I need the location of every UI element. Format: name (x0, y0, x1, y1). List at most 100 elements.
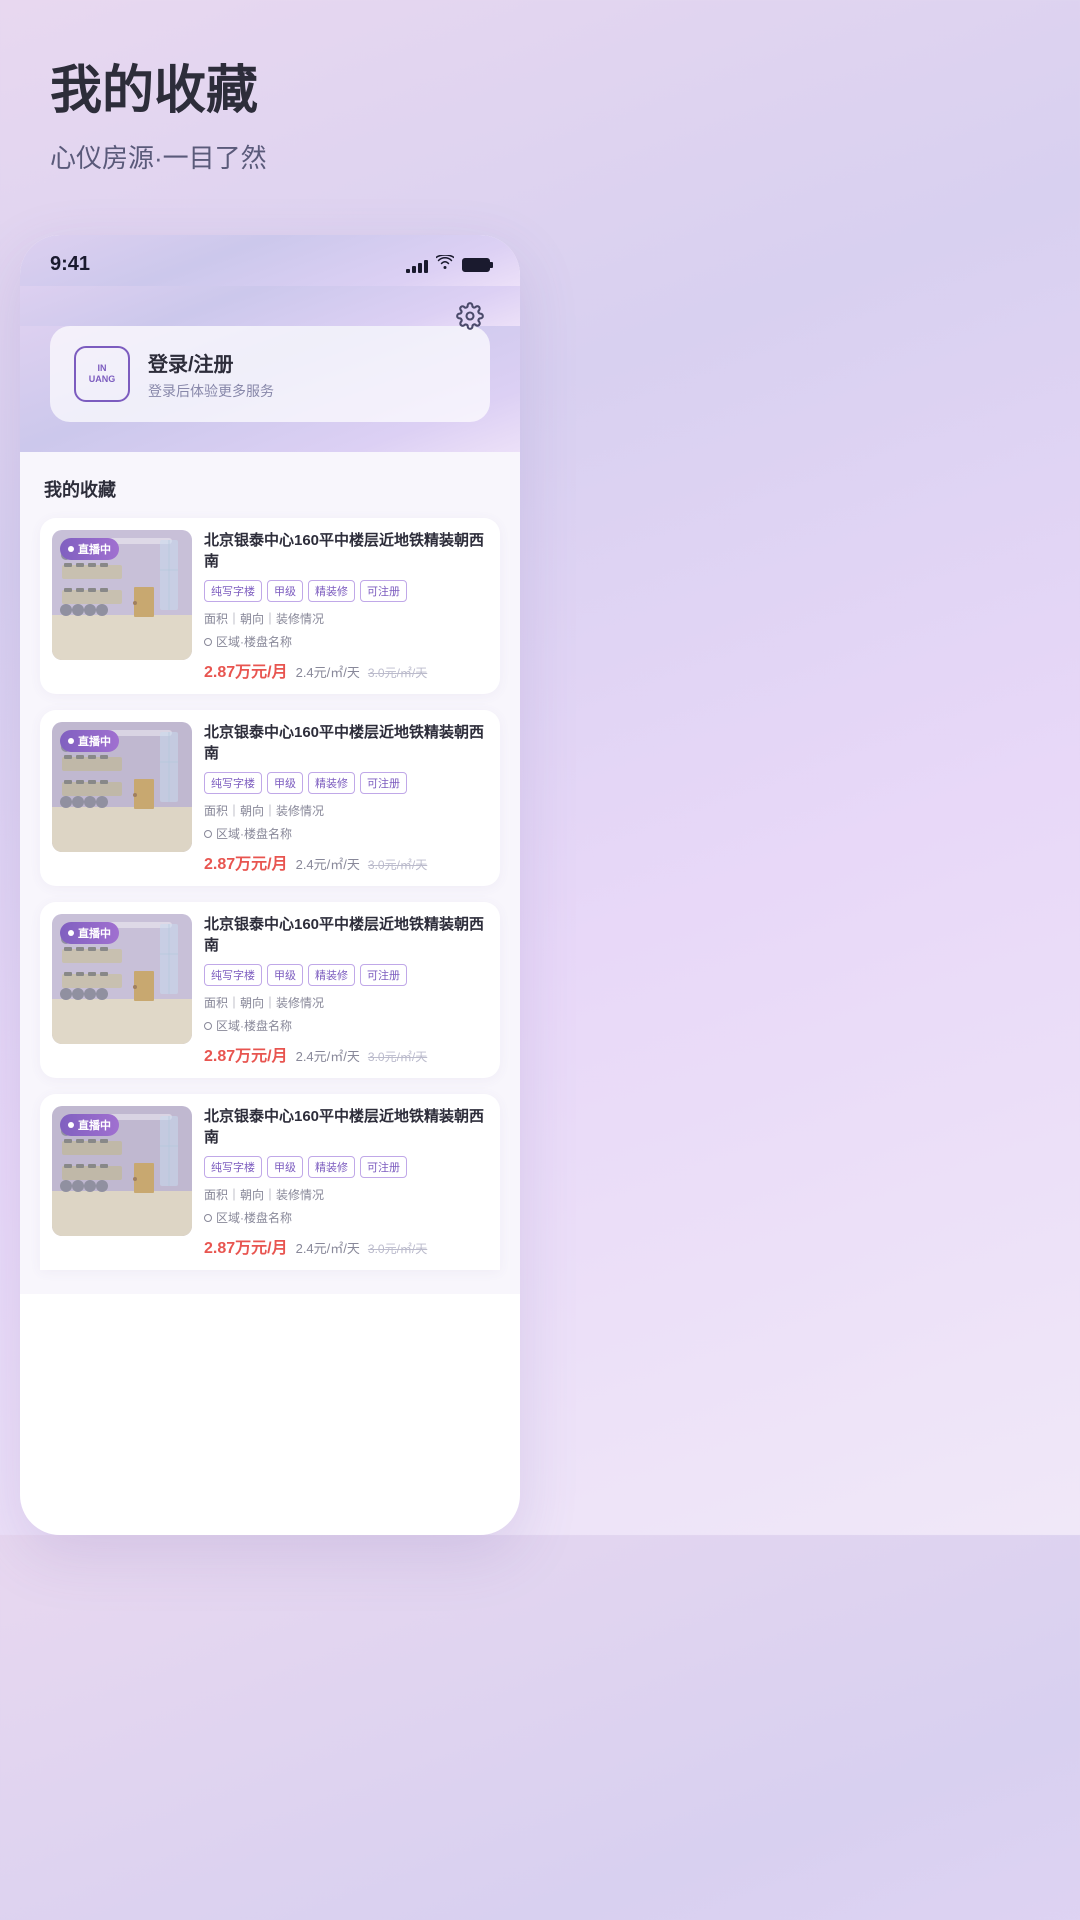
property-attrs: 面积｜朝向｜装修情况 (204, 610, 488, 627)
property-tag: 纯写字楼 (204, 772, 262, 794)
property-info: 北京银泰中心160平中楼层近地铁精装朝西南 纯写字楼甲级精装修可注册 面积｜朝向… (192, 722, 488, 874)
login-section: INUANG 登录/注册 登录后体验更多服务 (20, 326, 520, 452)
property-tag: 精装修 (308, 772, 355, 794)
location-text: 区域·楼盘名称 (216, 633, 292, 650)
login-subtitle: 登录后体验更多服务 (148, 381, 466, 401)
property-location: 区域·楼盘名称 (204, 1209, 488, 1226)
property-tag: 可注册 (360, 1156, 407, 1178)
property-tag: 精装修 (308, 964, 355, 986)
property-tags: 纯写字楼甲级精装修可注册 (204, 580, 488, 602)
status-time: 9:41 (50, 253, 90, 276)
live-dot-icon (68, 930, 74, 936)
property-image: 直播中 (52, 914, 192, 1044)
price-old: 3.0元/㎡/天 (368, 856, 427, 873)
price-unit: 2.4元/㎡/天 (296, 1046, 360, 1065)
price-main: 2.87万元/月 (204, 1042, 288, 1066)
status-icons (406, 255, 490, 274)
settings-button[interactable] (450, 296, 490, 336)
property-tag: 纯写字楼 (204, 1156, 262, 1178)
gear-icon (456, 302, 484, 330)
property-info: 北京银泰中心160平中楼层近地铁精装朝西南 纯写字楼甲级精装修可注册 面积｜朝向… (192, 530, 488, 682)
live-badge: 直播中 (60, 1114, 119, 1136)
location-text: 区域·楼盘名称 (216, 1017, 292, 1034)
property-card[interactable]: 直播中 北京银泰中心160平中楼层近地铁精装朝西南 纯写字楼甲级精装修可注册 面… (40, 902, 500, 1078)
live-badge-text: 直播中 (78, 541, 111, 557)
status-bar: 9:41 (20, 235, 520, 286)
property-tag: 纯写字楼 (204, 580, 262, 602)
property-list: 直播中 北京银泰中心160平中楼层近地铁精装朝西南 纯写字楼甲级精装修可注册 面… (40, 518, 500, 1270)
property-image: 直播中 (52, 1106, 192, 1236)
live-badge: 直播中 (60, 538, 119, 560)
property-price: 2.87万元/月 2.4元/㎡/天 3.0元/㎡/天 (204, 850, 488, 874)
property-attrs: 面积｜朝向｜装修情况 (204, 994, 488, 1011)
page-wrapper: 我的收藏 心仪房源·一目了然 9:41 (0, 0, 540, 1535)
property-tag: 甲级 (267, 580, 303, 602)
app-header (20, 286, 520, 326)
logo-text: INUANG (89, 363, 116, 386)
property-tag: 纯写字楼 (204, 964, 262, 986)
property-image: 直播中 (52, 530, 192, 660)
price-old: 3.0元/㎡/天 (368, 664, 427, 681)
property-price: 2.87万元/月 2.4元/㎡/天 3.0元/㎡/天 (204, 658, 488, 682)
property-location: 区域·楼盘名称 (204, 633, 488, 650)
live-badge: 直播中 (60, 730, 119, 752)
property-title: 北京银泰中心160平中楼层近地铁精装朝西南 (204, 530, 488, 572)
price-main: 2.87万元/月 (204, 850, 288, 874)
property-card[interactable]: 直播中 北京银泰中心160平中楼层近地铁精装朝西南 纯写字楼甲级精装修可注册 面… (40, 1094, 500, 1270)
property-info: 北京银泰中心160平中楼层近地铁精装朝西南 纯写字楼甲级精装修可注册 面积｜朝向… (192, 914, 488, 1066)
property-tag: 可注册 (360, 580, 407, 602)
wifi-icon (436, 255, 454, 274)
property-card[interactable]: 直播中 北京银泰中心160平中楼层近地铁精装朝西南 纯写字楼甲级精装修可注册 面… (40, 710, 500, 886)
content-area: 我的收藏 (20, 452, 520, 1294)
page-subtitle: 心仪房源·一目了然 (50, 138, 490, 175)
property-card[interactable]: 直播中 北京银泰中心160平中楼层近地铁精装朝西南 纯写字楼甲级精装修可注册 面… (40, 518, 500, 694)
property-attrs: 面积｜朝向｜装修情况 (204, 802, 488, 819)
page-title: 我的收藏 (50, 60, 490, 122)
property-title: 北京银泰中心160平中楼层近地铁精装朝西南 (204, 1106, 488, 1148)
signal-icon (406, 257, 428, 273)
property-attrs: 面积｜朝向｜装修情况 (204, 1186, 488, 1203)
property-title: 北京银泰中心160平中楼层近地铁精装朝西南 (204, 914, 488, 956)
price-unit: 2.4元/㎡/天 (296, 854, 360, 873)
property-tag: 甲级 (267, 964, 303, 986)
property-tag: 可注册 (360, 964, 407, 986)
property-location: 区域·楼盘名称 (204, 1017, 488, 1034)
property-info: 北京银泰中心160平中楼层近地铁精装朝西南 纯写字楼甲级精装修可注册 面积｜朝向… (192, 1106, 488, 1258)
price-unit: 2.4元/㎡/天 (296, 662, 360, 681)
property-tag: 精装修 (308, 1156, 355, 1178)
phone-mockup: 9:41 (20, 235, 520, 1535)
login-title: 登录/注册 (148, 348, 466, 377)
location-icon (204, 638, 212, 646)
live-dot-icon (68, 738, 74, 744)
battery-icon (462, 258, 490, 272)
live-badge-text: 直播中 (78, 1117, 111, 1133)
live-badge-text: 直播中 (78, 733, 111, 749)
price-old: 3.0元/㎡/天 (368, 1048, 427, 1065)
live-badge: 直播中 (60, 922, 119, 944)
location-icon (204, 830, 212, 838)
location-icon (204, 1022, 212, 1030)
live-badge-text: 直播中 (78, 925, 111, 941)
live-dot-icon (68, 1122, 74, 1128)
login-card[interactable]: INUANG 登录/注册 登录后体验更多服务 (50, 326, 490, 422)
property-location: 区域·楼盘名称 (204, 825, 488, 842)
app-logo: INUANG (74, 346, 130, 402)
price-unit: 2.4元/㎡/天 (296, 1238, 360, 1257)
page-header: 我的收藏 心仪房源·一目了然 (0, 0, 540, 205)
location-text: 区域·楼盘名称 (216, 825, 292, 842)
price-old: 3.0元/㎡/天 (368, 1240, 427, 1257)
property-tag: 甲级 (267, 1156, 303, 1178)
price-main: 2.87万元/月 (204, 1234, 288, 1258)
location-text: 区域·楼盘名称 (216, 1209, 292, 1226)
live-dot-icon (68, 546, 74, 552)
property-tags: 纯写字楼甲级精装修可注册 (204, 1156, 488, 1178)
favorites-section-title: 我的收藏 (40, 476, 500, 502)
property-price: 2.87万元/月 2.4元/㎡/天 3.0元/㎡/天 (204, 1234, 488, 1258)
price-main: 2.87万元/月 (204, 658, 288, 682)
property-price: 2.87万元/月 2.4元/㎡/天 3.0元/㎡/天 (204, 1042, 488, 1066)
property-tags: 纯写字楼甲级精装修可注册 (204, 772, 488, 794)
property-tag: 可注册 (360, 772, 407, 794)
property-tag: 甲级 (267, 772, 303, 794)
property-tags: 纯写字楼甲级精装修可注册 (204, 964, 488, 986)
property-tag: 精装修 (308, 580, 355, 602)
